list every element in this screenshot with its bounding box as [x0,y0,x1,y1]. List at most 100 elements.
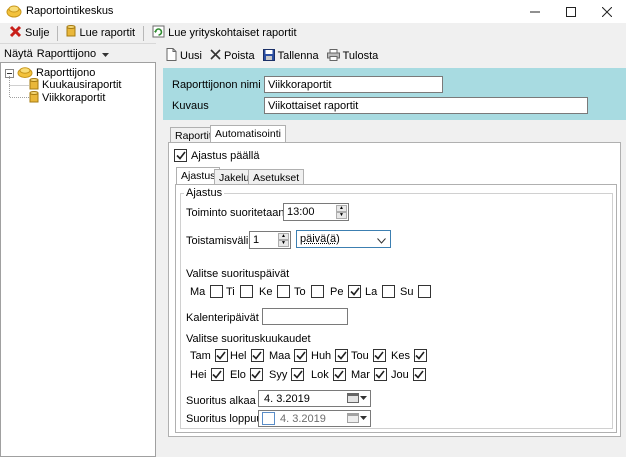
checkbox-box[interactable] [174,149,187,162]
print-button[interactable]: Tulosta [324,47,382,65]
month-checkbox-tam[interactable]: Tam [190,349,228,362]
checkbox-box[interactable] [335,349,349,362]
checkmark-icon [251,370,262,379]
checkmark-icon [414,370,424,379]
checkbox-box[interactable] [277,285,291,298]
new-button[interactable]: Uusi [163,47,205,65]
checkbox-box[interactable] [239,285,253,298]
checkbox-box[interactable] [250,349,264,362]
checkmark-icon [374,351,384,360]
checkbox-box[interactable] [210,285,224,298]
tree-item-kuukausiraportit[interactable]: Kuukausiraportit [29,77,122,92]
checkbox-box[interactable] [294,349,308,362]
weekday-checkbox-pe[interactable]: Pe [330,285,362,298]
month-checkbox-elo[interactable]: Elo [230,368,263,381]
read-reports-button[interactable]: Lue raportit [63,24,138,42]
save-button[interactable]: Tallenna [260,47,322,65]
month-label: Mar [351,368,370,381]
report-cylinder-icon [66,25,76,41]
weekday-label: To [294,285,306,298]
weekday-checkbox-su[interactable]: Su [400,285,432,298]
maximize-button[interactable] [553,0,589,23]
tree-item-viikkoraportit[interactable]: Viikkoraportit [29,90,105,105]
end-date-enabled-checkbox[interactable] [262,412,275,425]
tab-asetukset[interactable]: Asetukset [248,169,305,185]
schedule-enabled-checkbox[interactable]: Ajastus päällä [174,149,260,162]
weekday-label: Ti [226,285,235,298]
spin-down-icon[interactable]: ▼ [336,212,347,219]
month-checkbox-maa[interactable]: Maa [269,349,308,362]
spin-up-icon[interactable]: ▲ [336,205,347,212]
new-document-icon [166,48,177,64]
month-checkbox-huh[interactable]: Huh [311,349,349,362]
run-at-time-value: 13:00 [287,206,315,218]
month-checkbox-kes[interactable]: Kes [391,349,427,362]
weekday-checkbox-ke[interactable]: Ke [259,285,291,298]
weekday-checkbox-la[interactable]: La [365,285,396,298]
weekday-checkbox-ma[interactable]: Ma [190,285,224,298]
minimize-button[interactable] [517,0,553,23]
checkbox-box[interactable] [291,368,305,381]
actions-toolbar: Uusi Poista Tallenna Tulosta [163,45,381,67]
spin-down-icon[interactable]: ▼ [278,240,289,247]
dropdown-arrow-icon [360,416,367,420]
month-checkbox-lok[interactable]: Lok [311,368,346,381]
checkbox-box[interactable] [214,349,228,362]
start-date-picker[interactable]: 4. 3.2019 [258,390,371,407]
month-label: Huh [311,349,332,362]
checkmark-icon [293,370,303,379]
calendar-days-input[interactable] [262,308,348,325]
close-button[interactable]: Sulje [6,24,52,42]
checkmark-icon [334,370,344,379]
checkbox-box[interactable] [373,368,387,381]
checkbox-box[interactable] [372,349,386,362]
calendar-dropdown-button[interactable] [347,413,367,423]
month-label: Maa [269,349,291,362]
month-checkbox-hei[interactable]: Hei [190,368,224,381]
checkbox-box[interactable] [249,368,263,381]
month-label: Elo [230,368,246,381]
weekday-label: Su [400,285,414,298]
dropdown-arrow-icon [102,48,110,60]
interval-stepper[interactable]: 1 ▲ ▼ [249,231,291,249]
run-at-time-picker[interactable]: 13:00 ▲ ▼ [283,203,349,221]
chevron-down-icon [377,235,386,247]
checkbox-box[interactable] [210,368,224,381]
checkbox-box[interactable] [412,368,426,381]
month-checkbox-tou[interactable]: Tou [351,349,386,362]
calendar-dropdown-button[interactable] [347,393,367,403]
spin-up-icon[interactable]: ▲ [278,233,289,240]
refresh-document-icon [152,25,165,41]
month-checkbox-jou[interactable]: Jou [391,368,426,381]
tab-automatisointi[interactable]: Automatisointi [210,125,286,143]
month-checkbox-syy[interactable]: Syy [269,368,305,381]
close-window-button[interactable] [589,0,625,23]
description-input[interactable] [264,97,588,114]
month-checkbox-mar[interactable]: Mar [351,368,387,381]
weekdays-label: Valitse suorituspäivät [186,268,290,280]
delete-button[interactable]: Poista [207,47,258,65]
month-checkbox-hel[interactable]: Hel [230,349,264,362]
floppy-disk-icon [262,48,275,64]
checkbox-box[interactable] [332,368,346,381]
weekday-checkbox-ti[interactable]: Ti [226,285,253,298]
checkbox-box[interactable] [382,285,396,298]
checkbox-box[interactable] [418,285,432,298]
interval-unit-select[interactable]: päivä(ä) [296,230,391,248]
schedule-enabled-label: Ajastus päällä [191,149,260,162]
month-label: Lok [311,368,329,381]
end-date-picker[interactable]: 4. 3.2019 [258,410,371,427]
checkbox-box[interactable] [348,285,362,298]
view-dropdown[interactable]: Raporttijono [37,48,110,60]
month-label: Jou [391,368,409,381]
queue-name-input[interactable] [264,76,443,93]
read-company-reports-button[interactable]: Lue yrityskohtaiset raportit [149,24,299,42]
checkbox-box[interactable] [310,285,324,298]
end-date-label: Suoritus loppuu [186,413,263,425]
close-x-icon [9,25,22,41]
checkbox-box[interactable] [413,349,427,362]
schedule-group-box [180,193,613,429]
tree-item-label: Kuukausiraportit [42,79,122,91]
weekday-checkbox-to[interactable]: To [294,285,324,298]
month-label: Tou [351,349,369,362]
